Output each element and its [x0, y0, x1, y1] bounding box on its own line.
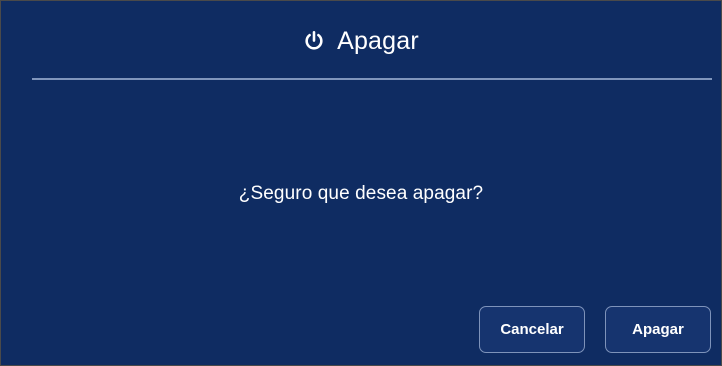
dialog-header: Apagar — [1, 1, 721, 87]
dialog-actions: Cancelar Apagar — [479, 306, 711, 353]
power-icon — [303, 30, 325, 52]
confirmation-message: ¿Seguro que desea apagar? — [238, 183, 484, 204]
dialog-title: Apagar — [337, 26, 419, 55]
shutdown-button[interactable]: Apagar — [605, 306, 711, 353]
power-dialog: Apagar ¿Seguro que desea apagar? Cancela… — [0, 0, 722, 366]
dialog-title-group: Apagar — [303, 27, 419, 56]
header-divider — [32, 78, 712, 80]
cancel-button[interactable]: Cancelar — [479, 306, 585, 353]
